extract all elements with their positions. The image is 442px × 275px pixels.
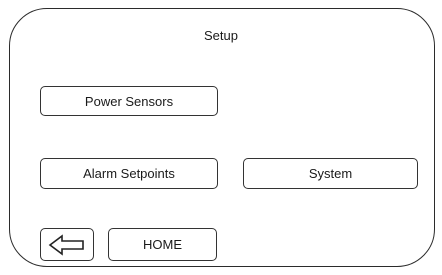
system-label: System (308, 166, 353, 181)
page-title: Setup (204, 28, 238, 43)
alarm-setpoints-button[interactable]: Alarm Setpoints (40, 158, 218, 189)
power-sensors-label: Power Sensors (84, 93, 174, 109)
home-label: HOME (143, 237, 182, 252)
back-button[interactable] (40, 228, 94, 261)
system-button[interactable]: System (243, 158, 418, 189)
back-arrow-icon (48, 233, 84, 256)
home-button[interactable]: HOME (108, 228, 217, 261)
alarm-setpoints-label: Alarm Setpoints (83, 166, 175, 181)
power-sensors-button[interactable]: Power Sensors (40, 86, 218, 116)
